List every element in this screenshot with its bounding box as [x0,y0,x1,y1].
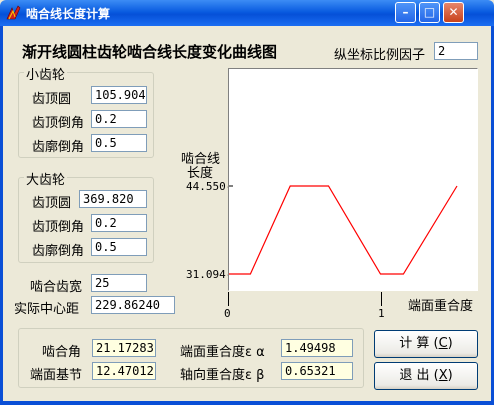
face-width-input[interactable]: 25 [91,274,147,292]
large-gear-title: 大齿轮 [24,169,68,188]
axial-ratio-output: 0.65321 [281,362,353,380]
large-tip-chamfer-input[interactable]: 0.2 [91,214,147,232]
axial-ratio-label: 轴向重合度ε β [180,368,265,383]
center-distance-label: 实际中心距 [14,302,80,317]
transverse-ratio-output: 1.49498 [281,339,353,357]
y-axis-label-line2: 长度 [187,166,214,181]
large-tip-chamfer-label: 齿顶倒角 [32,220,85,235]
y-tick-label-bottom: 31.094- [186,268,233,281]
window-title: 啮合线长度计算 [26,7,111,21]
large-profile-chamfer-label: 齿廓倒角 [32,244,85,259]
small-tip-label: 齿顶圆 [32,92,72,107]
minimize-button[interactable]: – [395,2,416,23]
x-tick-0 [228,292,229,306]
x-tick-1 [381,292,382,306]
face-width-label: 啮合齿宽 [30,280,83,295]
large-profile-chamfer-input[interactable]: 0.5 [91,238,147,256]
pressure-angle-label: 啮合角 [42,345,82,360]
pressure-angle-output: 21.17283 [92,339,156,357]
maximize-icon: □ [423,5,436,19]
small-tip-chamfer-input[interactable]: 0.2 [91,110,147,128]
maximize-button[interactable]: □ [419,2,440,23]
scale-factor-input[interactable]: 2 [434,42,478,60]
y-tick-label-top: 44.550- [186,180,233,193]
base-pitch-label: 端面基节 [30,368,83,383]
minimize-icon: – [402,5,409,19]
large-tip-input[interactable]: 369.820 [79,190,147,208]
close-icon: ✕ [448,5,459,19]
transverse-ratio-label: 端面重合度ε α [180,345,265,360]
small-gear-title: 小齿轮 [24,64,68,83]
x-tick-label-1: 1 [378,307,385,320]
calculate-accelerator-key: C [438,336,448,351]
small-profile-chamfer-input[interactable]: 0.5 [91,134,147,152]
scale-factor-label: 纵坐标比例因子 [334,48,426,63]
close-button[interactable]: ✕ [443,2,464,23]
calculate-button[interactable]: 计 算 (C) [374,330,478,358]
series-line-0 [229,185,458,275]
center-distance-input[interactable]: 229.86240 [91,296,175,314]
x-axis-label: 端面重合度 [408,299,474,314]
chart-heading: 渐开线圆柱齿轮啮合线长度变化曲线图 [22,43,278,61]
exit-button[interactable]: 退 出 (X) [374,362,478,390]
small-tip-input[interactable]: 105.904 [91,86,147,104]
curve-plot-svg [229,185,458,275]
app-icon [6,5,21,20]
small-profile-chamfer-label: 齿廓倒角 [32,140,85,155]
calculate-button-label: 计 算 [399,336,430,351]
window-border-bottom [0,401,494,405]
x-tick-label-0: 0 [224,307,231,320]
title-bar[interactable]: 啮合线长度计算 – □ ✕ [0,0,494,26]
window-border-left [0,26,3,405]
base-pitch-output: 12.47012 [92,362,156,380]
exit-button-label: 退 出 [399,368,430,383]
small-tip-chamfer-label: 齿顶倒角 [32,116,85,131]
exit-accelerator-key: X [438,368,448,383]
large-tip-label: 齿顶圆 [32,196,72,211]
curve-plot [228,68,478,291]
